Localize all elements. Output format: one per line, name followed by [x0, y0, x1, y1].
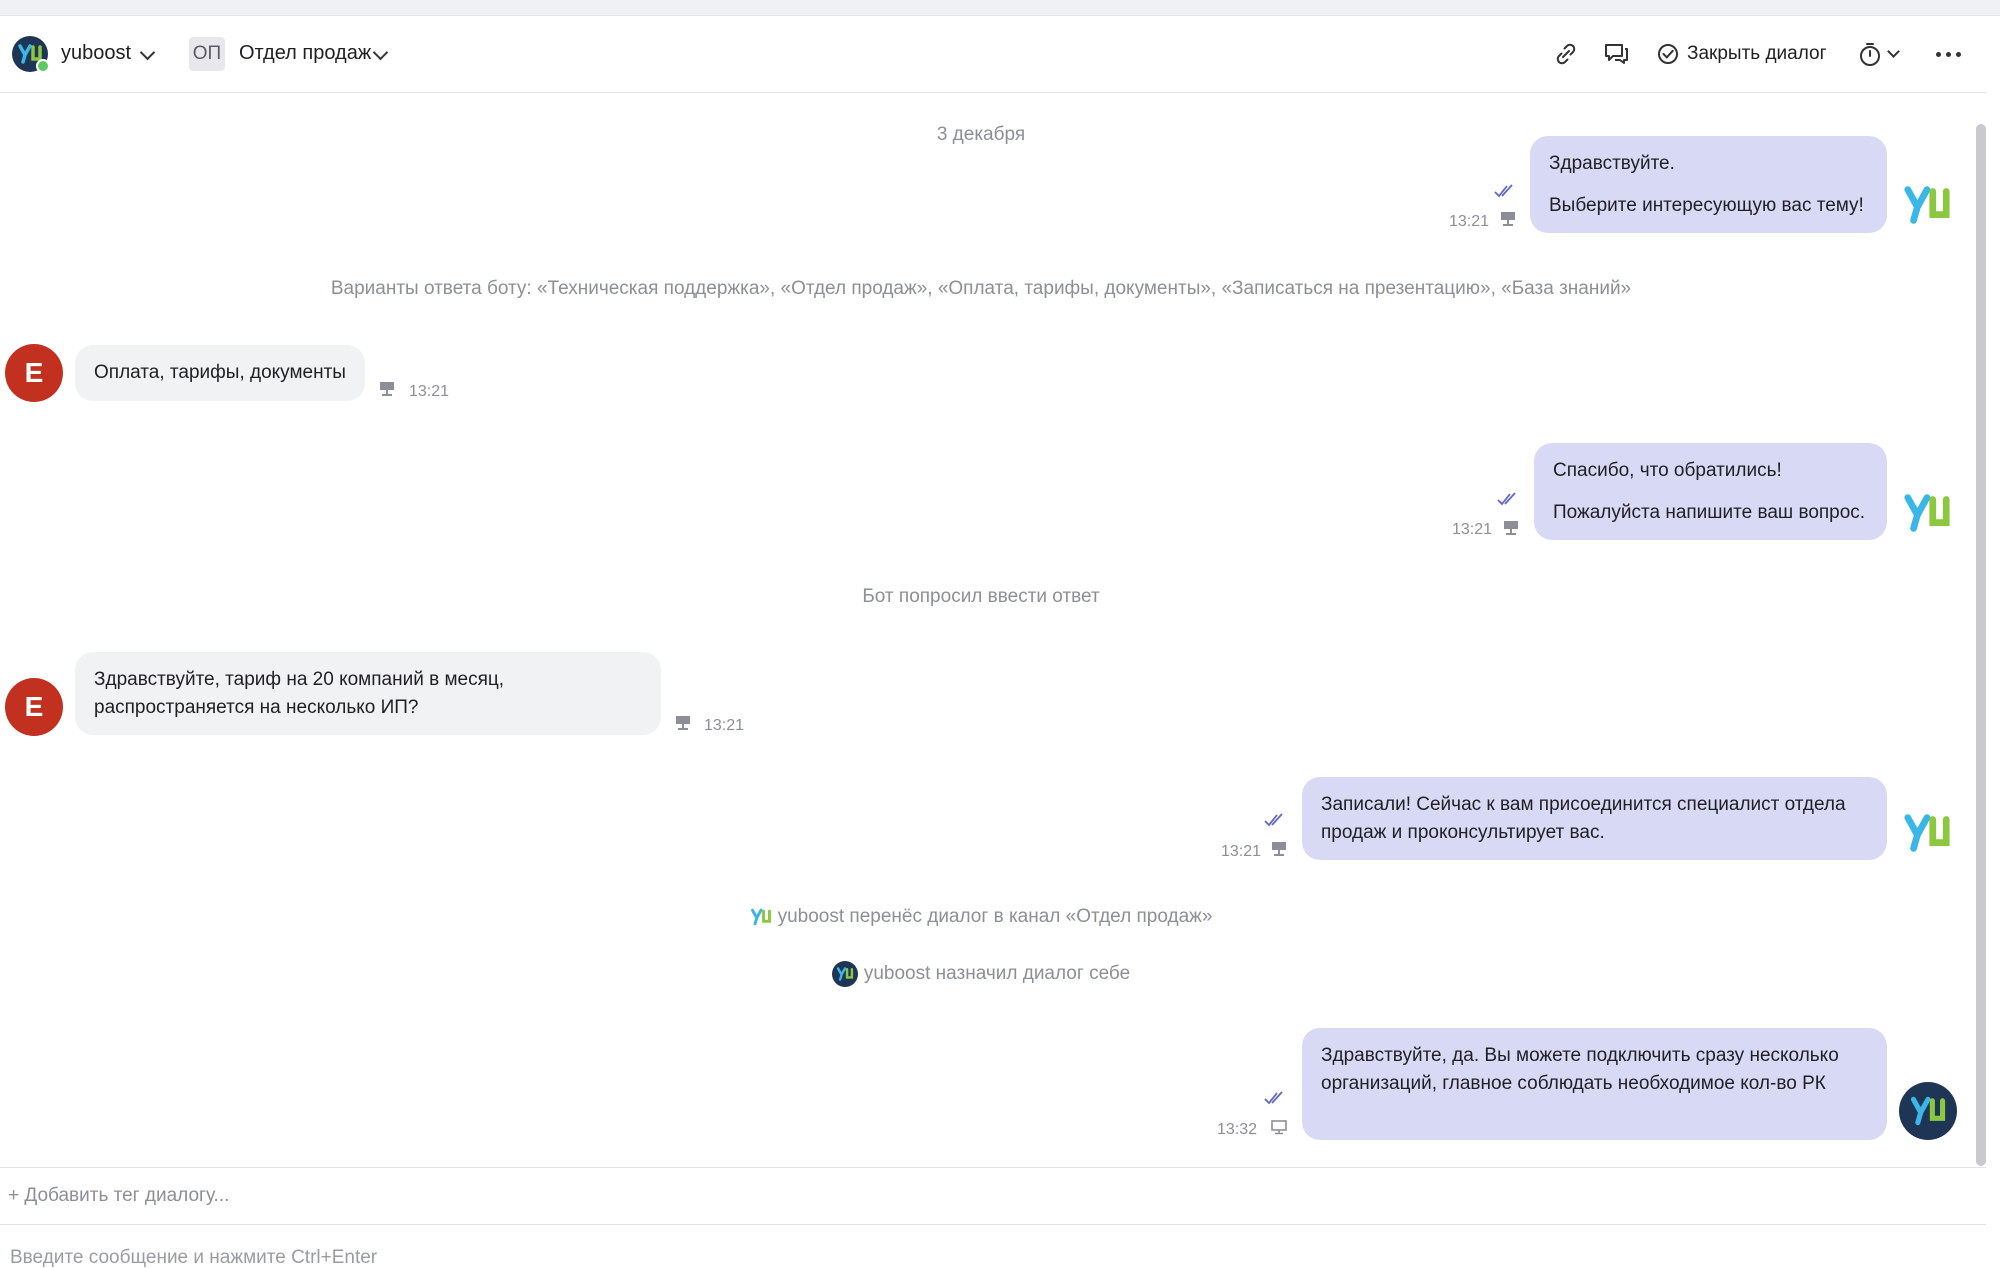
scrollbar[interactable]	[1976, 124, 1986, 1166]
yuboost-logo-icon	[750, 908, 771, 926]
message-bubble-incoming: Здравствуйте, тариф на 20 компаний в мес…	[75, 652, 661, 735]
message-bubble-outgoing: Здравствуйте. Выберите интересующую вас …	[1530, 136, 1887, 233]
chevron-down-icon[interactable]	[139, 44, 156, 61]
bot-channel-icon	[380, 382, 394, 396]
comments-icon[interactable]	[1600, 38, 1632, 70]
online-indicator	[36, 59, 50, 73]
system-message-transfer: yuboost перенёс диалог в канал «Отдел пр…	[0, 906, 1962, 933]
system-message-bot-options: Варианты ответа боту: «Техническая подде…	[330, 278, 1632, 299]
chevron-down-icon[interactable]	[372, 44, 389, 61]
message-bubble-outgoing: Спасибо, что обратились! Пожалуйста напи…	[1534, 443, 1887, 540]
double-check-icon	[1497, 492, 1516, 506]
close-dialog-button[interactable]: Закрыть диалог	[1657, 38, 1827, 70]
bot-channel-icon	[1501, 212, 1515, 226]
user-avatar[interactable]: Е	[5, 678, 63, 736]
tag-bar: + Добавить тег диалогу...	[0, 1167, 1986, 1225]
double-check-icon	[1494, 184, 1513, 198]
timer-icon[interactable]	[1854, 38, 1886, 70]
bot-channel-icon	[1272, 842, 1286, 856]
user-avatar[interactable]: Е	[5, 344, 63, 402]
message-bubble-outgoing: Записали! Сейчас к вам присоединится спе…	[1302, 777, 1887, 860]
add-tag-button[interactable]: + Добавить тег диалогу...	[8, 1185, 229, 1207]
yuboost-logo-icon	[1904, 186, 1950, 224]
yuboost-logo-icon	[1904, 814, 1950, 852]
yuboost-logo-icon	[1910, 1096, 1946, 1126]
link-icon[interactable]	[1550, 38, 1582, 70]
dept-badge: ОП	[189, 37, 225, 71]
double-check-icon	[1264, 1091, 1283, 1105]
double-check-icon	[1264, 813, 1283, 827]
bot-name[interactable]: yuboost	[61, 42, 131, 65]
message-input[interactable]: Введите сообщение и нажмите Ctrl+Enter	[10, 1247, 377, 1268]
message-time: 13:21	[1452, 521, 1493, 538]
message-time: 13:21	[1449, 213, 1490, 230]
message-time: 13:21	[409, 383, 450, 400]
operator-avatar[interactable]	[1899, 1082, 1957, 1140]
message-time: 13:21	[1221, 843, 1262, 860]
chevron-down-icon[interactable]	[1887, 45, 1900, 58]
message-time: 13:32	[1217, 1121, 1258, 1138]
system-message-bot-asked: Бот попросил ввести ответ	[862, 586, 1100, 607]
message-bubble-outgoing: Здравствуйте, да. Вы можете подключить с…	[1302, 1028, 1887, 1140]
dept-name[interactable]: Отдел продаж	[239, 42, 371, 65]
message-bubble-incoming: Оплата, тарифы, документы	[75, 345, 365, 401]
bot-channel-icon	[1504, 521, 1518, 535]
yuboost-logo-icon	[836, 967, 853, 981]
operator-mini-avatar	[831, 961, 858, 987]
top-strip	[0, 0, 2000, 16]
dialog-header: yuboost ОП Отдел продаж Закрыть диалог	[0, 16, 1986, 93]
check-circle-icon	[1658, 44, 1678, 64]
monitor-icon	[1271, 1120, 1287, 1135]
system-message-assigned: yuboost назначил диалог себе	[0, 961, 1962, 993]
bot-channel-icon	[676, 716, 690, 730]
more-options-icon[interactable]	[1936, 52, 1961, 57]
close-dialog-label: Закрыть диалог	[1687, 43, 1827, 64]
message-time: 13:21	[704, 717, 745, 734]
yuboost-logo-icon	[1904, 494, 1950, 532]
